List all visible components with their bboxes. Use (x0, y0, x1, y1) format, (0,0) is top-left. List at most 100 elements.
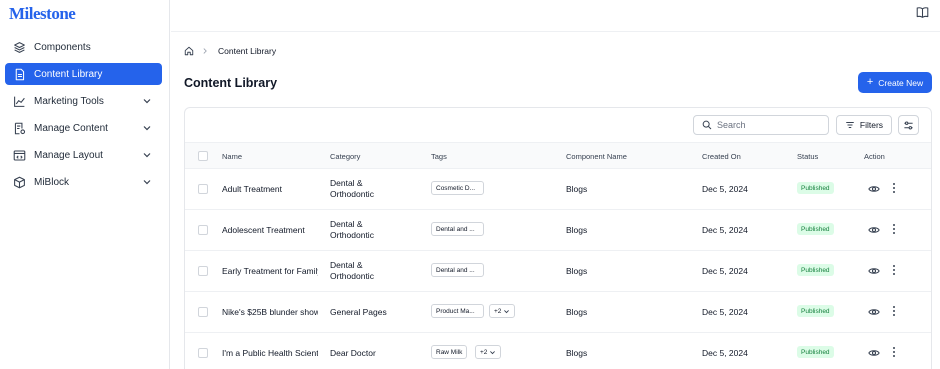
content-settings-icon (13, 122, 26, 135)
filter-icon (846, 122, 854, 128)
sidebar-item-manage-content[interactable]: Manage Content (5, 117, 162, 139)
row-component: Blogs (566, 307, 588, 317)
table-row[interactable]: Nike's $25B blunder show General Pages P… (185, 292, 931, 333)
sidebar-item-manage-layout[interactable]: Manage Layout (5, 144, 162, 166)
row-checkbox[interactable] (198, 307, 208, 317)
row-category-line: Orthodontic (330, 189, 374, 199)
breadcrumb: Content Library (184, 46, 276, 56)
sidebar-item-label: Marketing Tools (34, 95, 104, 107)
row-category-line: Dental & (330, 178, 363, 188)
table-header: Name Category Tags Component Name Create… (185, 142, 931, 169)
header-component-name[interactable]: Component Name (566, 152, 627, 161)
header-created-on[interactable]: Created On (702, 152, 741, 161)
tag-chip[interactable]: Raw Milk (431, 345, 468, 359)
row-component: Blogs (566, 348, 588, 358)
tag-chip[interactable]: Product Ma... (431, 304, 484, 318)
table-row[interactable]: I'm a Public Health Scienti Dear Doctor … (185, 333, 931, 369)
more-tags-count: +2 (480, 348, 488, 356)
sidebar-item-label: Manage Layout (34, 149, 103, 161)
sidebar-nav: Components Content Library Marketing Too… (5, 36, 162, 198)
sidebar-item-content-library[interactable]: Content Library (5, 63, 162, 85)
more-vertical-icon[interactable] (890, 223, 898, 235)
header-category[interactable]: Category (330, 152, 360, 161)
eye-icon[interactable] (868, 306, 880, 318)
tag-chip[interactable]: Cosmetic D... (431, 181, 484, 195)
row-created-on: Dec 5, 2024 (702, 225, 748, 235)
sidebar-item-miblock[interactable]: MiBlock (5, 171, 162, 193)
more-tags-count: +2 (494, 307, 502, 315)
tag-chip[interactable]: Dental and ... (431, 263, 484, 277)
breadcrumb-current: Content Library (218, 46, 277, 56)
chevron-down-icon[interactable] (142, 177, 152, 187)
row-category-line: Orthodontic (330, 230, 374, 240)
row-category: Dear Doctor (330, 348, 410, 359)
status-badge: Published (797, 264, 834, 276)
eye-icon[interactable] (868, 347, 880, 359)
row-category: Dental & Orthodontic (330, 260, 410, 282)
sidebar-item-marketing-tools[interactable]: Marketing Tools (5, 90, 162, 112)
sidebar-item-components[interactable]: Components (5, 36, 162, 58)
page-title: Content Library (184, 76, 278, 90)
sidebar-item-label: Content Library (34, 68, 103, 80)
more-vertical-icon[interactable] (890, 264, 898, 276)
sidebar-item-label: Manage Content (34, 122, 108, 134)
chart-line-icon (13, 95, 26, 108)
filters-button[interactable]: Filters (836, 115, 892, 135)
content-table-card: Filters Name Category Tags Component Nam… (184, 107, 932, 369)
chevron-down-icon[interactable] (142, 150, 152, 160)
chevron-right-icon (203, 48, 207, 54)
document-icon (13, 68, 26, 81)
chevron-down-icon[interactable] (142, 123, 152, 133)
column-settings-button[interactable] (898, 115, 919, 135)
row-checkbox[interactable] (198, 184, 208, 194)
select-all-checkbox[interactable] (198, 151, 208, 161)
table-row[interactable]: Early Treatment for Family Dental & Orth… (185, 251, 931, 292)
row-created-on: Dec 5, 2024 (702, 348, 748, 358)
more-vertical-icon[interactable] (890, 305, 898, 317)
more-vertical-icon[interactable] (890, 182, 898, 194)
row-checkbox[interactable] (198, 225, 208, 235)
row-name[interactable]: Adolescent Treatment (222, 225, 318, 235)
eye-icon[interactable] (868, 183, 880, 195)
row-category: Dental & Orthodontic (330, 178, 410, 200)
header-tags[interactable]: Tags (431, 152, 447, 161)
header-name[interactable]: Name (222, 152, 242, 161)
row-category-line: Dental & (330, 260, 363, 270)
cube-icon (13, 176, 26, 189)
layout-icon (13, 149, 26, 162)
more-tags-chip[interactable]: +2 (489, 304, 516, 318)
row-component: Blogs (566, 266, 588, 276)
eye-icon[interactable] (868, 265, 880, 277)
row-checkbox[interactable] (198, 266, 208, 276)
row-name[interactable]: Nike's $25B blunder show (222, 307, 318, 317)
chevron-down-icon[interactable] (142, 96, 152, 106)
row-component: Blogs (566, 225, 588, 235)
create-new-label: Create New (878, 77, 924, 88)
search-input[interactable] (717, 120, 817, 130)
row-created-on: Dec 5, 2024 (702, 307, 748, 317)
table-row[interactable]: Adult Treatment Dental & Orthodontic Cos… (185, 169, 931, 210)
home-icon[interactable] (184, 46, 194, 56)
top-bar (171, 0, 940, 32)
row-category: General Pages (330, 307, 410, 318)
tag-chip[interactable]: Dental and ... (431, 222, 484, 236)
more-tags-chip[interactable]: +2 (475, 345, 502, 359)
row-category-line: Dear Doctor (330, 348, 376, 358)
brand-logo[interactable]: Milestone (9, 4, 76, 24)
row-created-on: Dec 5, 2024 (702, 184, 748, 194)
search-icon (702, 120, 712, 130)
eye-icon[interactable] (868, 224, 880, 236)
table-row[interactable]: Adolescent Treatment Dental & Orthodonti… (185, 210, 931, 251)
chevron-down-icon (490, 350, 496, 354)
more-vertical-icon[interactable] (890, 346, 898, 358)
create-new-button[interactable]: + Create New (858, 72, 932, 93)
row-name[interactable]: Early Treatment for Family (222, 266, 318, 276)
header-status[interactable]: Status (797, 152, 818, 161)
row-name[interactable]: I'm a Public Health Scienti (222, 348, 318, 358)
book-icon[interactable] (916, 6, 929, 19)
layers-icon (13, 41, 26, 54)
sliders-icon (904, 121, 913, 129)
row-checkbox[interactable] (198, 348, 208, 358)
search-box[interactable] (693, 115, 829, 135)
row-name[interactable]: Adult Treatment (222, 184, 318, 194)
